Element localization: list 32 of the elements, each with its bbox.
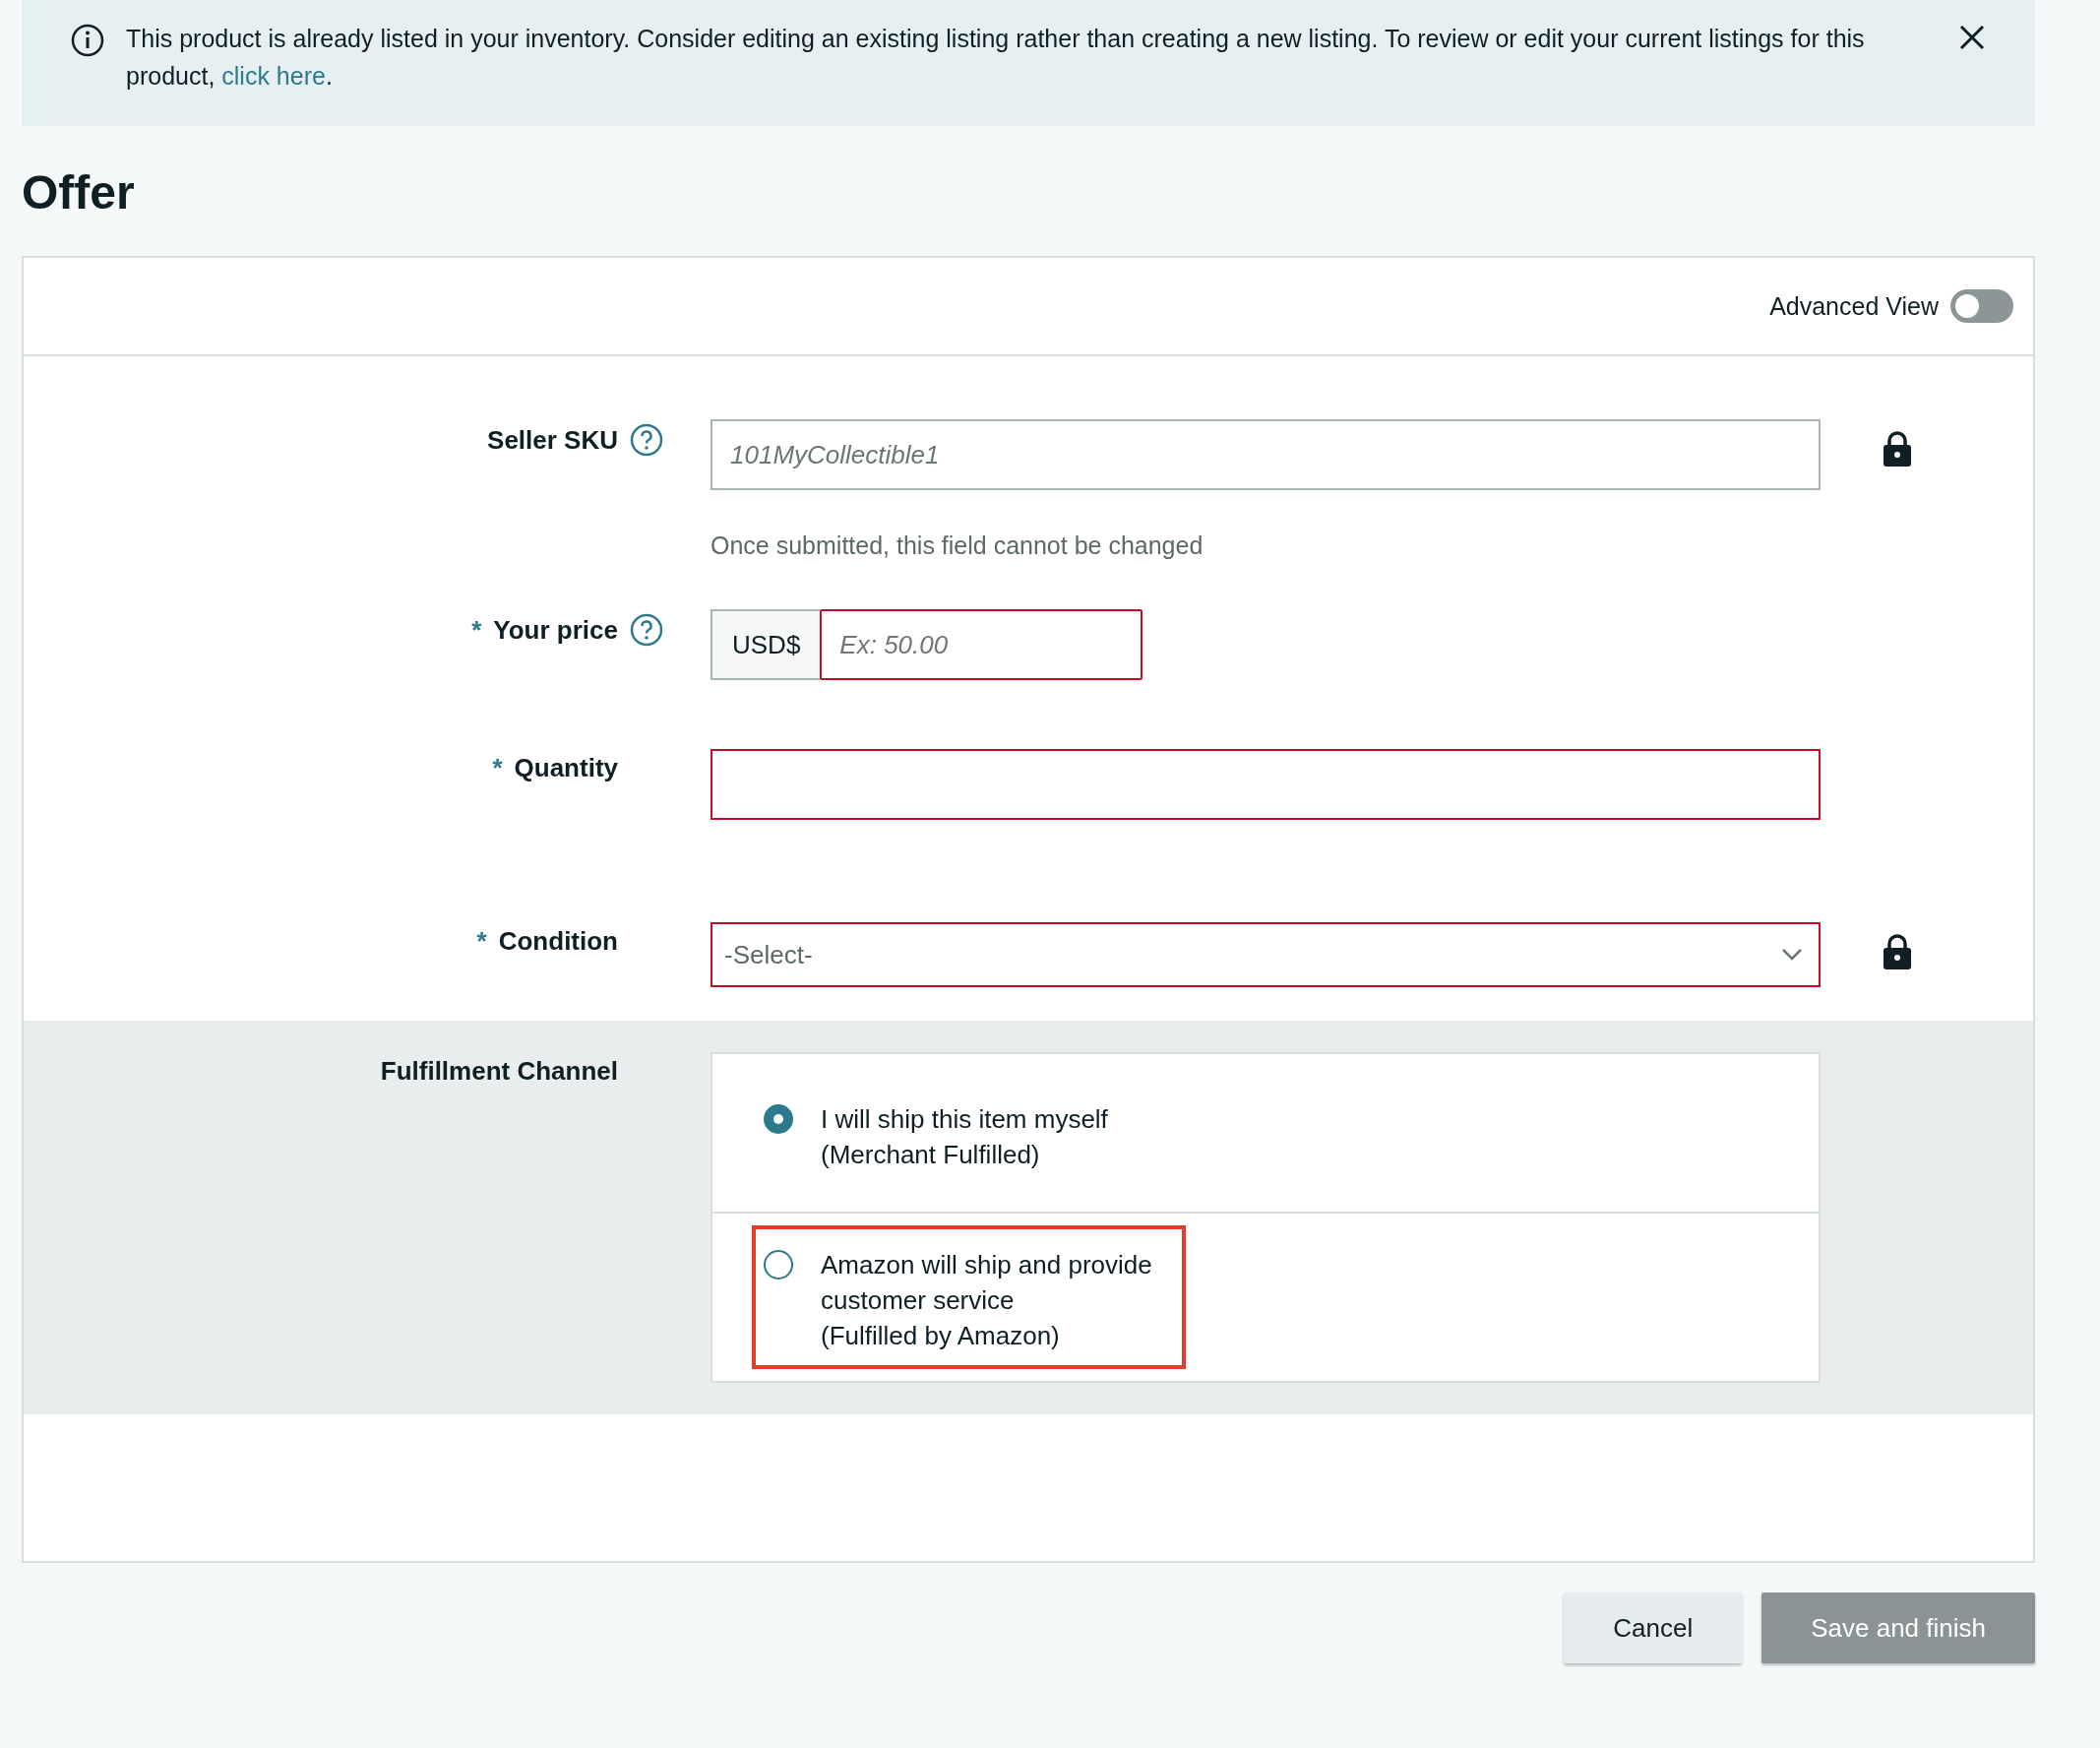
field-label: Quantity <box>514 753 618 783</box>
field-label: Fulfillment Channel <box>380 1056 618 1087</box>
quantity-field[interactable] <box>710 749 1821 820</box>
help-icon[interactable] <box>630 613 663 647</box>
info-icon <box>71 24 104 57</box>
field-label: Seller SKU <box>487 424 618 456</box>
price-field[interactable]: Ex: 50.00 <box>820 609 1143 680</box>
banner-message: This product is already listed in your inventory. Consider editing an existing listing rather than creating a new listing. To review or edit your current listings for this product, click here. <box>126 24 1866 92</box>
page-title: Offer <box>22 165 136 220</box>
advanced-view-label: Advanced View <box>1769 291 1939 321</box>
sku-field[interactable]: 101MyCollectible1 <box>710 419 1821 490</box>
option-label: I will ship this item myself (Merchant Fulfilled) <box>821 1103 1108 1171</box>
field-label: Your price <box>493 614 618 646</box>
advanced-view-toggle[interactable] <box>1950 289 2013 323</box>
close-icon[interactable] <box>1958 24 1986 51</box>
currency-prefix: USD$ <box>710 609 821 680</box>
required-asterisk: * <box>471 614 482 646</box>
save-button[interactable]: Save and finish <box>1761 1592 2035 1663</box>
radio-button[interactable] <box>764 1250 793 1280</box>
radio-button[interactable] <box>764 1104 793 1134</box>
cancel-button[interactable]: Cancel <box>1564 1592 1743 1663</box>
option-label: Amazon will ship and provide customer service (Fulfilled by Amazon) <box>821 1249 1152 1352</box>
radio-option[interactable]: I will ship this item myself (Merchant Fulfilled) <box>752 1080 1142 1188</box>
field-hint: Once submitted, this field cannot be changed <box>710 531 1204 560</box>
required-asterisk: * <box>476 926 487 957</box>
click-here-link[interactable]: click here <box>221 62 326 90</box>
chevron-down-icon <box>1781 948 1803 962</box>
condition-select[interactable]: -Select- <box>710 922 1821 987</box>
field-label: Condition <box>498 926 618 957</box>
required-asterisk: * <box>492 753 503 783</box>
help-icon[interactable] <box>630 423 663 457</box>
highlighted-option[interactable]: Amazon will ship and provide customer service (Fulfilled by Amazon) <box>752 1225 1186 1369</box>
